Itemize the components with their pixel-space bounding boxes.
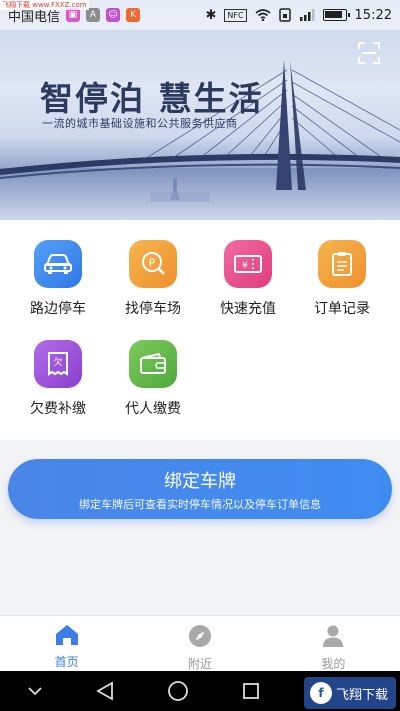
bottom-tab-bar: 首页 附近 我的 (0, 615, 400, 671)
user-icon (323, 625, 344, 647)
news-notify-icon: K (126, 8, 141, 22)
tab-label: 首页 (54, 655, 79, 669)
menu-label: 找停车场 (125, 301, 181, 317)
bind-plate-title: 绑定车牌 (164, 471, 236, 492)
service-menu: 路边停车 P 找停车场 ¥ 快速充值 订单记录 欠 欠费补缴 代人缴费 (0, 220, 400, 440)
qq-notify-icon: ☺ (106, 8, 121, 22)
home-icon (55, 625, 78, 645)
order-icon (318, 240, 366, 288)
menu-item-order-records[interactable]: 订单记录 (292, 240, 392, 318)
tab-mine[interactable]: 我的 (267, 616, 400, 671)
tab-home[interactable]: 首页 (0, 616, 133, 671)
gallery-notify-icon: ▣ (66, 8, 81, 22)
scan-icon[interactable] (358, 42, 380, 64)
menu-item-roadside-parking[interactable]: 路边停车 (8, 240, 108, 318)
back-icon[interactable] (95, 681, 114, 701)
svg-text:欠: 欠 (53, 356, 62, 368)
clock-label: 15:22 (354, 7, 392, 23)
wallet-icon (129, 340, 177, 388)
menu-label: 欠费补缴 (30, 401, 86, 417)
nfc-icon: NFC (224, 8, 247, 22)
car-icon (34, 240, 82, 288)
arrears-icon: 欠 (34, 340, 82, 388)
wifi-icon (255, 9, 271, 21)
bind-plate-subtitle: 绑定车牌后可查看实时停车情况以及停车订单信息 (79, 498, 321, 511)
menu-label: 代人缴费 (125, 401, 181, 417)
banner-subtitle: 一流的城市基础设施和公共服务供应商 (42, 117, 238, 130)
menu-label: 订单记录 (314, 301, 370, 317)
bind-plate-button[interactable]: 绑定车牌 绑定车牌后可查看实时停车情况以及停车订单信息 (8, 459, 392, 519)
watermark-text: 飞翔下载 (336, 687, 389, 703)
recents-icon[interactable] (242, 682, 260, 700)
download-watermark: f 飞翔下载 (304, 677, 396, 709)
tab-label: 我的 (321, 657, 346, 671)
menu-item-pay-for-others[interactable]: 代人缴费 (103, 340, 203, 418)
svg-text:¥: ¥ (242, 261, 248, 271)
top-watermark: 飞翔下载 www.FXXZ.com (0, 0, 89, 10)
banner[interactable]: 智停泊 慧生活 一流的城市基础设施和公共服务供应商 (0, 0, 400, 220)
menu-label: 快速充值 (220, 301, 276, 317)
menu-item-quick-recharge[interactable]: ¥ 快速充值 (198, 240, 298, 318)
watermark-logo-icon: f (310, 682, 332, 704)
parking-icon: P (129, 240, 177, 288)
hide-nav-icon[interactable] (27, 686, 43, 696)
battery-icon (322, 9, 350, 21)
app-notify-icon: A (86, 8, 101, 22)
compass-icon (188, 625, 211, 647)
banner-title: 智停泊 慧生活 (40, 79, 264, 118)
tab-nearby[interactable]: 附近 (133, 616, 266, 671)
menu-item-arrears-payment[interactable]: 欠 欠费补缴 (8, 340, 108, 418)
menu-item-find-parking[interactable]: P 找停车场 (103, 240, 203, 318)
recharge-icon: ¥ (224, 240, 272, 288)
menu-label: 路边停车 (30, 301, 86, 317)
home-circle-icon[interactable] (167, 680, 189, 702)
sim-icon (278, 8, 291, 22)
svg-text:P: P (149, 257, 156, 270)
bluetooth-icon: ✱ (205, 7, 217, 23)
signal-icon (299, 9, 315, 21)
tab-label: 附近 (187, 657, 212, 671)
